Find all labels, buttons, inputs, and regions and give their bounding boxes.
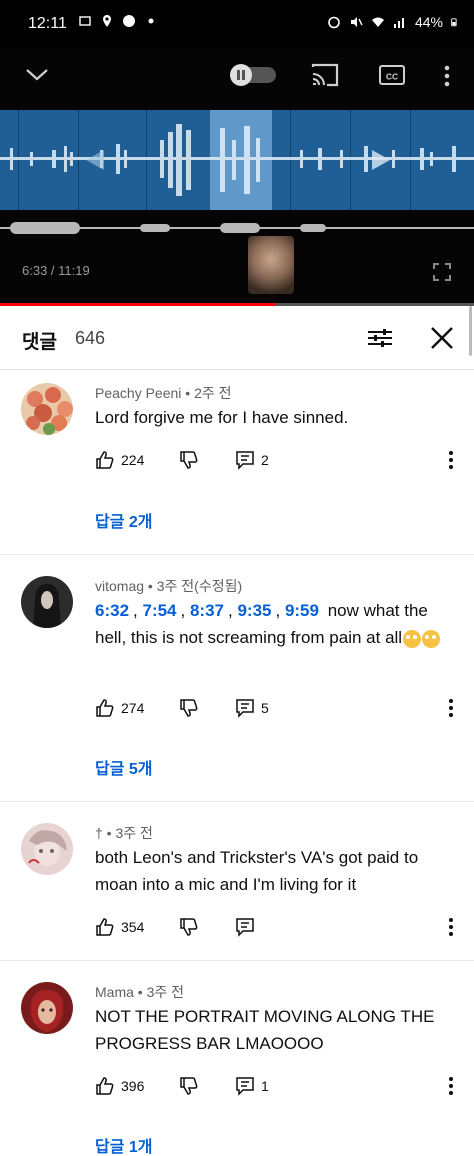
scrollbar[interactable] [469,306,472,356]
dislike-icon[interactable] [179,450,199,470]
progress-portrait [248,236,294,294]
comments-header: 댓글 646 [0,306,474,370]
comment-meta: † • 3주 전 [95,825,153,841]
clock: 12:11 [28,15,67,32]
like-icon[interactable] [95,917,115,937]
more-vert-icon[interactable] [448,1076,454,1096]
reply-icon[interactable] [235,917,255,937]
location-icon [103,15,111,27]
comment-meta: vitomag • 3주 전(수정됨) [95,578,243,594]
comment-text: NOT THE PORTRAIT MOVING ALONG THE PROGRE… [95,1007,435,1053]
comments-count: 646 [75,328,106,348]
comment-time: 3주 전(수정됨) [156,578,243,594]
comments-title: 댓글 [22,332,57,353]
comment-actions: 274 5 [95,697,269,719]
battery-percent: 44% [414,14,443,30]
timestamp-link[interactable]: 6:32 [95,601,129,620]
view-replies-link[interactable]: 답글 5개 [95,755,153,779]
wifi-icon [371,17,384,27]
comment-item: vitomag • 3주 전(수정됨) 6:32, 7:54, 8:37, 9:… [0,556,474,802]
reply-icon[interactable] [235,450,255,470]
comment-actions: 354 [95,916,255,938]
timestamp-link[interactable]: 9:35 [237,601,271,620]
flushed-emoji-icon [422,629,441,648]
comment-text: Lord forgive me for I have sinned. [95,408,349,427]
dislike-icon[interactable] [179,698,199,718]
comment-meta: Mama • 3주 전 [95,984,185,1000]
like-icon[interactable] [95,1076,115,1096]
comment-author[interactable]: vitomag [95,578,144,594]
sort-filter-icon[interactable] [366,326,394,350]
audio-waveform [0,124,474,196]
more-vert-icon[interactable] [448,917,454,937]
like-count: 354 [121,919,145,935]
close-icon[interactable] [428,324,456,352]
more-vert-icon[interactable] [448,450,454,470]
avatar[interactable] [21,823,73,875]
comment-time: 3주 전 [115,825,153,841]
dot-icon [148,18,154,24]
svg-text:CC: CC [386,72,398,82]
reply-count: 1 [261,1078,269,1094]
alarm-icon [328,16,340,29]
more-vert-icon[interactable] [448,698,454,718]
timestamp-link[interactable]: 8:37 [190,601,224,620]
avatar[interactable] [21,576,73,628]
status-bar: 12:11 44% [0,0,474,48]
comment-item: † • 3주 전 both Leon's and Trickster's VA'… [0,803,474,961]
notification-icons [78,14,158,28]
timestamp-link[interactable]: 7:54 [142,601,176,620]
dislike-icon[interactable] [179,917,199,937]
comment-time: 3주 전 [146,984,185,1000]
like-icon[interactable] [95,450,115,470]
more-options-icon[interactable] [442,64,452,88]
like-icon[interactable] [95,698,115,718]
like-count: 224 [121,452,145,468]
autoplay-toggle-icon[interactable] [228,62,278,88]
signal-icon [393,18,404,28]
dislike-icon[interactable] [179,1076,199,1096]
comment-actions: 396 1 [95,1075,269,1097]
comment-actions: 224 2 [95,449,269,471]
comment-author[interactable]: † [95,825,103,841]
comment-author[interactable]: Mama [95,984,134,1000]
timestamp-link[interactable]: 9:59 [285,601,319,620]
like-count: 274 [121,700,145,716]
battery-icon [451,18,457,27]
comment-meta: Peachy Peeni • 2주 전 [95,385,232,401]
captions-icon[interactable]: CC [378,63,406,87]
comment-item: Mama • 3주 전 NOT THE PORTRAIT MOVING ALON… [0,962,474,1156]
screenshot-icon [79,16,91,26]
cast-icon[interactable] [310,62,340,88]
reply-icon[interactable] [235,698,255,718]
chevron-down-icon[interactable] [24,66,50,84]
reply-icon[interactable] [235,1076,255,1096]
time-label: 6:33 / 11:19 [22,263,90,278]
chat-icon [123,15,135,27]
mute-icon [350,17,363,27]
comment-time: 2주 전 [194,385,232,401]
comment-text: 6:32, 7:54, 8:37, 9:35, 9:59 now what th… [95,597,451,651]
view-replies-link[interactable]: 답글 1개 [95,1133,153,1156]
view-replies-link[interactable]: 답글 2개 [95,508,153,532]
avatar[interactable] [21,383,73,435]
comment-item: Peachy Peeni • 2주 전 Lord forgive me for … [0,371,474,555]
comment-text: both Leon's and Trickster's VA's got pai… [95,848,419,894]
reply-count: 2 [261,452,269,468]
like-count: 396 [121,1078,145,1094]
reply-count: 5 [261,700,269,716]
flushed-emoji-icon [403,629,422,648]
avatar[interactable] [21,982,73,1034]
waveform-secondary [0,222,474,234]
system-icons: 44% [327,14,460,30]
video-player[interactable]: CC 6:33 / 11:19 [0,48,474,305]
fullscreen-icon[interactable] [432,262,452,282]
comment-author[interactable]: Peachy Peeni [95,385,181,401]
